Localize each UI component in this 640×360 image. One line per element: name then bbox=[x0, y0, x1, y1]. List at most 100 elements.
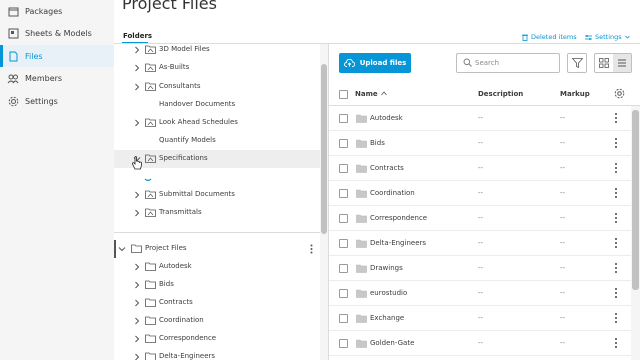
members-icon bbox=[7, 72, 19, 84]
table-row[interactable]: Correspondence -- -- bbox=[329, 206, 631, 231]
more-vertical-icon[interactable] bbox=[310, 244, 313, 254]
row-name[interactable]: eurostudio bbox=[370, 289, 407, 297]
nav-item-packages[interactable]: Packages bbox=[0, 0, 114, 22]
table-row[interactable]: Exchange -- -- bbox=[329, 306, 631, 331]
list-icon bbox=[618, 59, 626, 67]
search-input[interactable] bbox=[475, 57, 555, 69]
chevron-right-icon[interactable] bbox=[133, 299, 141, 307]
row-name[interactable]: Drawings bbox=[370, 264, 403, 272]
filter-button[interactable] bbox=[567, 53, 587, 73]
table-row[interactable]: Delta-Engineers -- -- bbox=[329, 231, 631, 256]
chevron-right-icon[interactable] bbox=[133, 64, 141, 72]
more-vertical-icon[interactable] bbox=[613, 137, 619, 149]
tree-item-handover-documents[interactable]: Handover Documents bbox=[114, 96, 320, 114]
folder-icon bbox=[145, 316, 156, 325]
row-name[interactable]: Exchange bbox=[370, 314, 404, 322]
column-header-markup[interactable]: Markup bbox=[560, 90, 590, 98]
column-settings-gear-icon[interactable] bbox=[614, 88, 625, 99]
more-vertical-icon[interactable] bbox=[613, 212, 619, 224]
folder-icon bbox=[356, 314, 367, 323]
row-checkbox[interactable] bbox=[339, 214, 348, 223]
chevron-right-icon[interactable] bbox=[133, 191, 141, 199]
chevron-right-icon[interactable] bbox=[133, 83, 141, 91]
tree-item-transmittals[interactable]: Transmittals bbox=[114, 204, 320, 222]
search-box[interactable] bbox=[456, 53, 560, 73]
select-all-checkbox[interactable] bbox=[339, 90, 348, 99]
chevron-down-icon[interactable] bbox=[118, 245, 126, 253]
list-view-button[interactable] bbox=[613, 54, 631, 72]
table-row[interactable]: Coordination -- -- bbox=[329, 181, 631, 206]
more-vertical-icon[interactable] bbox=[613, 187, 619, 199]
nav-item-settings[interactable]: Settings bbox=[0, 90, 114, 112]
tree-item-correspondence[interactable]: Correspondence bbox=[114, 330, 320, 348]
table-row[interactable]: Drawings -- -- bbox=[329, 256, 631, 281]
column-header-description[interactable]: Description bbox=[478, 90, 523, 98]
table-scrollbar-thumb[interactable] bbox=[632, 110, 639, 290]
more-vertical-icon[interactable] bbox=[613, 262, 619, 274]
nav-item-members[interactable]: Members bbox=[0, 67, 114, 89]
row-name[interactable]: Delta-Engineers bbox=[370, 239, 426, 247]
column-header-name[interactable]: Name bbox=[355, 90, 387, 98]
row-checkbox[interactable] bbox=[339, 139, 348, 148]
row-checkbox[interactable] bbox=[339, 239, 348, 248]
tree-item-coordination[interactable]: Coordination bbox=[114, 312, 320, 330]
tree-item-3d-model-files[interactable]: 3D Model Files bbox=[114, 44, 320, 59]
chevron-right-icon[interactable] bbox=[133, 353, 141, 360]
tree-item-submittal-documents[interactable]: Submittal Documents bbox=[114, 186, 320, 204]
folder-shared-icon bbox=[145, 190, 156, 199]
more-vertical-icon[interactable] bbox=[613, 162, 619, 174]
table-row[interactable]: eurostudio -- -- bbox=[329, 281, 631, 306]
table-row[interactable]: Golden-Gate -- -- bbox=[329, 331, 631, 356]
app-window: Packages Sheets & Models Files Members S… bbox=[0, 0, 640, 360]
row-checkbox[interactable] bbox=[339, 189, 348, 198]
more-vertical-icon[interactable] bbox=[613, 112, 619, 124]
table-row[interactable]: Bids -- -- bbox=[329, 131, 631, 156]
nav-item-sheets-models[interactable]: Sheets & Models bbox=[0, 22, 114, 44]
table-row[interactable]: Contracts -- -- bbox=[329, 156, 631, 181]
row-name[interactable]: Golden-Gate bbox=[370, 339, 414, 347]
more-vertical-icon[interactable] bbox=[613, 237, 619, 249]
more-vertical-icon[interactable] bbox=[613, 337, 619, 349]
row-checkbox[interactable] bbox=[339, 314, 348, 323]
tree-item-label: Contracts bbox=[159, 298, 193, 306]
row-checkbox[interactable] bbox=[339, 164, 348, 173]
chevron-right-icon[interactable] bbox=[133, 209, 141, 217]
tree-item-project-files[interactable]: Project Files bbox=[114, 240, 320, 258]
grid-view-button[interactable] bbox=[595, 54, 613, 72]
tree-item-look-ahead-schedules[interactable]: Look Ahead Schedules bbox=[114, 114, 320, 132]
row-checkbox[interactable] bbox=[339, 289, 348, 298]
row-checkbox[interactable] bbox=[339, 264, 348, 273]
chevron-right-icon[interactable] bbox=[133, 119, 141, 127]
nav-item-files[interactable]: Files bbox=[0, 45, 114, 67]
tree-item-autodesk[interactable]: Autodesk bbox=[114, 258, 320, 276]
tree-item-quantify-models[interactable]: Quantify Models bbox=[114, 132, 320, 150]
chevron-right-icon[interactable] bbox=[133, 317, 141, 325]
tree-item-label: Autodesk bbox=[159, 262, 192, 270]
deleted-items-link[interactable]: Deleted items bbox=[522, 33, 577, 41]
row-name[interactable]: Contracts bbox=[370, 164, 404, 172]
tree-item-bids[interactable]: Bids bbox=[114, 276, 320, 294]
settings-dropdown[interactable]: Settings bbox=[585, 33, 630, 41]
row-checkbox[interactable] bbox=[339, 114, 348, 123]
chevron-right-icon[interactable] bbox=[133, 46, 141, 54]
more-vertical-icon[interactable] bbox=[613, 312, 619, 324]
row-name[interactable]: Coordination bbox=[370, 189, 415, 197]
row-name[interactable]: Autodesk bbox=[370, 114, 403, 122]
row-name[interactable]: Bids bbox=[370, 139, 385, 147]
folder-icon bbox=[356, 289, 367, 298]
tree-scrollbar-thumb[interactable] bbox=[321, 64, 327, 234]
row-checkbox[interactable] bbox=[339, 339, 348, 348]
upload-files-button[interactable]: Upload files bbox=[339, 53, 411, 73]
more-vertical-icon[interactable] bbox=[613, 287, 619, 299]
tree-item-specifications[interactable]: Specifications bbox=[114, 150, 320, 168]
chevron-right-icon[interactable] bbox=[133, 281, 141, 289]
chevron-right-icon[interactable] bbox=[133, 335, 141, 343]
tree-item-delta-engineers[interactable]: Delta-Engineers bbox=[114, 348, 320, 360]
tab-folders[interactable]: Folders bbox=[123, 32, 152, 40]
tree-item-as-builts[interactable]: As-Builts bbox=[114, 59, 320, 77]
tree-item-consultants[interactable]: Consultants bbox=[114, 78, 320, 96]
chevron-right-icon[interactable] bbox=[133, 263, 141, 271]
table-row[interactable]: Autodesk -- -- bbox=[329, 106, 631, 131]
tree-item-contracts[interactable]: Contracts bbox=[114, 294, 320, 312]
row-name[interactable]: Correspondence bbox=[370, 214, 427, 222]
